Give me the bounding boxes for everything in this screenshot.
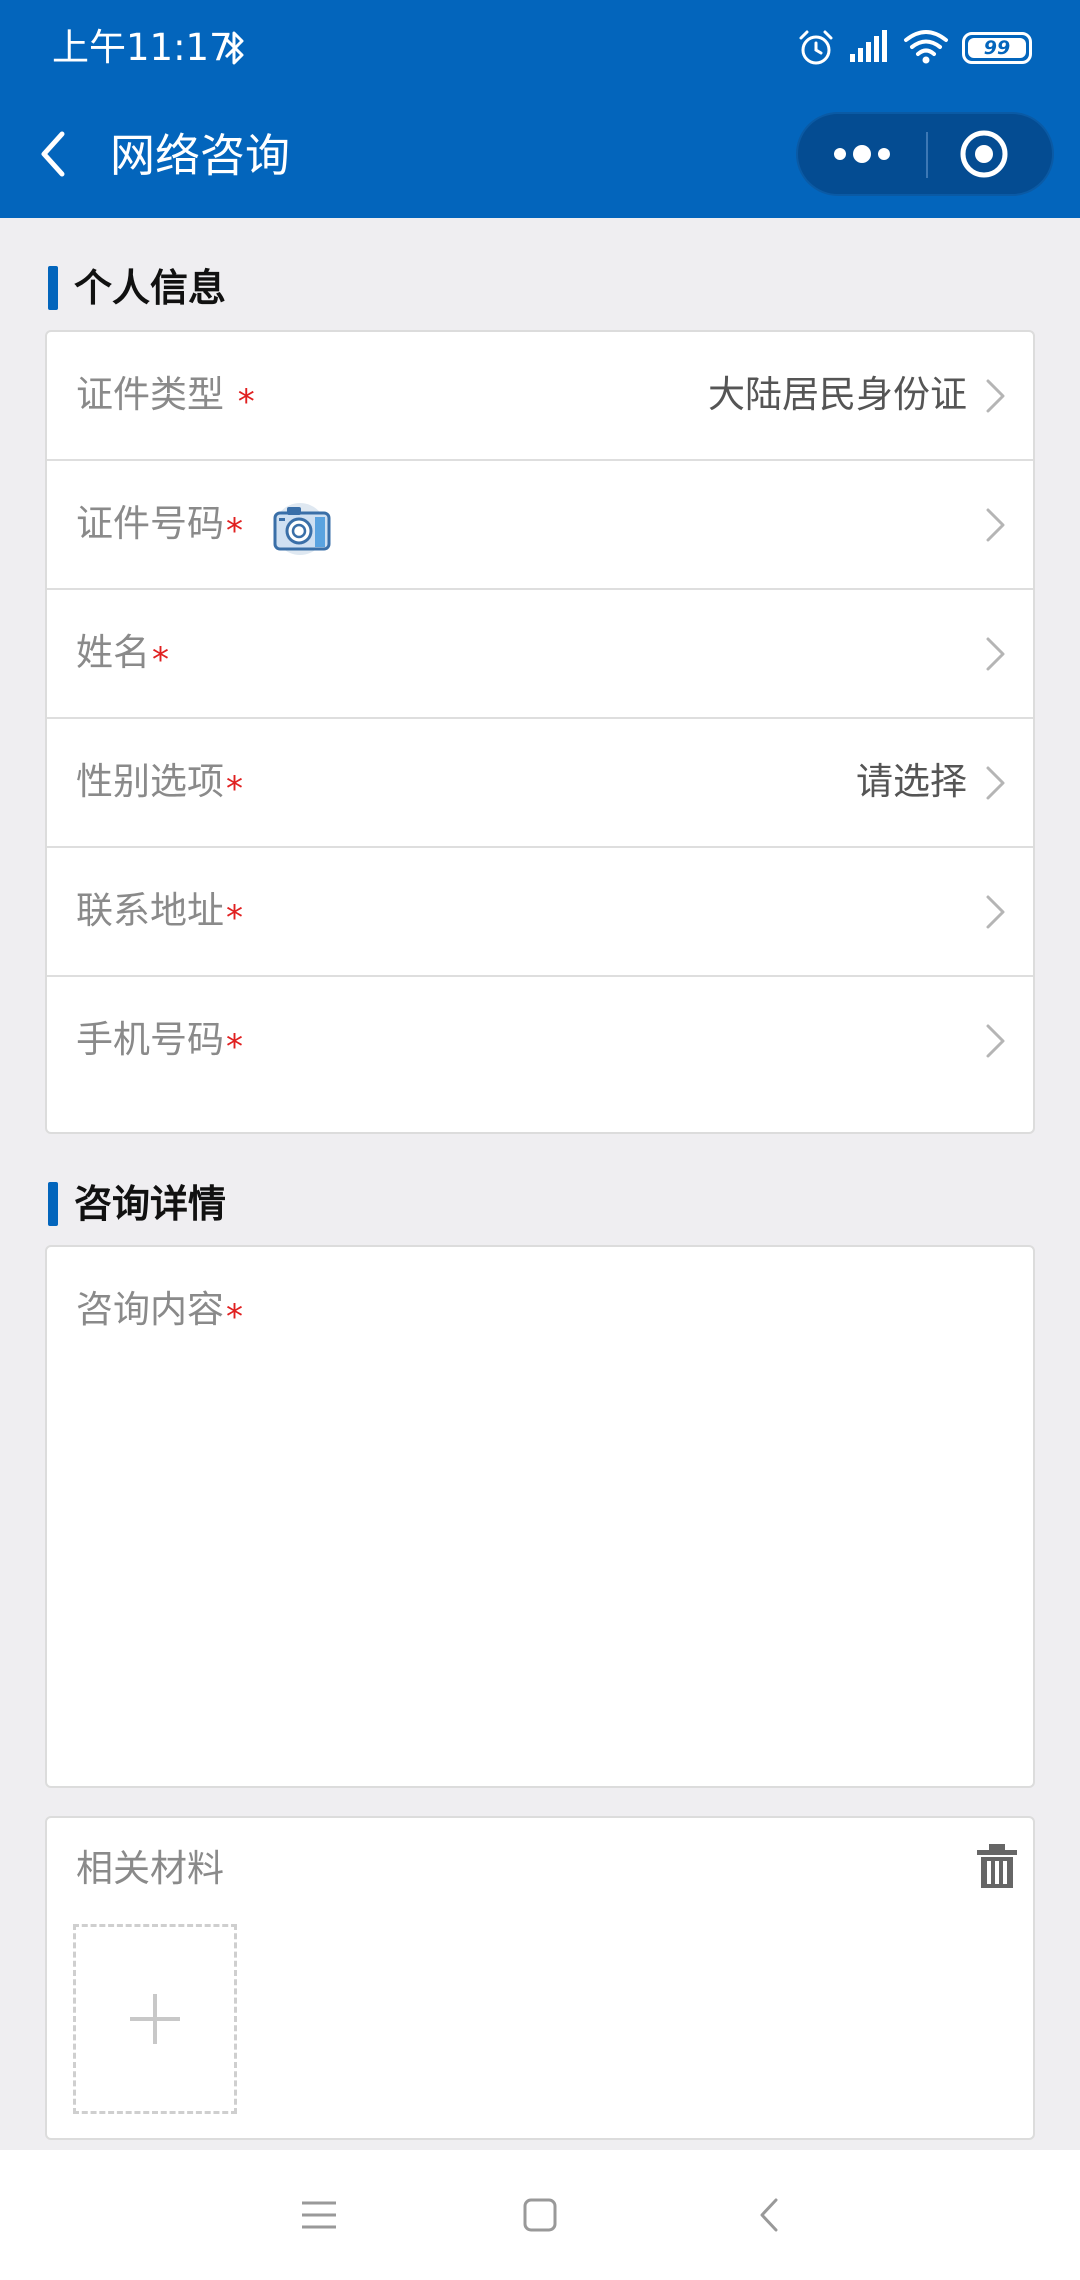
- row-phone[interactable]: 手机号码*: [47, 977, 1033, 1106]
- menu-icon[interactable]: [280, 2150, 360, 2280]
- chevron-right-icon: [986, 1024, 1005, 1058]
- bluetooth-icon: [224, 31, 244, 65]
- row-label: 证件号码*: [76, 502, 243, 551]
- materials-label: 相关材料: [76, 1847, 224, 1890]
- chevron-right-icon: [986, 379, 1005, 413]
- row-label: 证件类型 *: [76, 373, 255, 422]
- consult-content-textarea[interactable]: [76, 1347, 1006, 1767]
- signal-icon: [850, 30, 887, 62]
- row-id-number[interactable]: 证件号码*: [47, 461, 1033, 590]
- row-value: 请选择: [856, 760, 967, 803]
- required-mark: *: [226, 511, 243, 551]
- status-bar: 上午11:17 99: [0, 0, 1080, 96]
- chevron-right-icon: [986, 766, 1005, 800]
- row-label: 姓名*: [76, 631, 169, 680]
- row-label: 手机号码*: [76, 1018, 243, 1067]
- home-square-icon[interactable]: [500, 2150, 580, 2280]
- section-title: 个人信息: [74, 266, 227, 310]
- row-id-type[interactable]: 证件类型 * 大陆居民身份证: [47, 332, 1033, 461]
- camera-icon[interactable]: [269, 497, 335, 557]
- section-accent-bar: [48, 1182, 58, 1226]
- required-mark: *: [226, 1027, 243, 1067]
- section-title: 咨询详情: [74, 1182, 227, 1226]
- battery-icon: 99: [962, 32, 1032, 64]
- materials-card: 相关材料: [45, 1816, 1035, 2140]
- chevron-right-icon: [986, 895, 1005, 929]
- consult-content-card[interactable]: 咨询内容*: [45, 1245, 1035, 1788]
- mini-program-capsule: [796, 112, 1054, 196]
- required-mark: *: [237, 382, 255, 422]
- section-accent-bar: [48, 266, 58, 310]
- row-name[interactable]: 姓名*: [47, 590, 1033, 719]
- row-label: 性别选项*: [76, 760, 243, 809]
- alarm-icon: [799, 30, 833, 65]
- row-gender[interactable]: 性别选项* 请选择: [47, 719, 1033, 848]
- required-mark: *: [226, 898, 243, 938]
- page-title: 网络咨询: [110, 129, 291, 182]
- required-mark: *: [152, 640, 169, 680]
- battery-level: 99: [968, 38, 1026, 58]
- chevron-right-icon: [986, 508, 1005, 542]
- row-label: 联系地址*: [76, 889, 243, 938]
- target-close-icon[interactable]: [928, 114, 1052, 194]
- personal-info-card: 证件类型 * 大陆居民身份证 证件号码* 姓名* 性别选项* 请选择 联系地址*…: [45, 330, 1035, 1134]
- wifi-icon: [904, 30, 948, 64]
- add-material-button[interactable]: [73, 1924, 237, 2114]
- row-value: 大陆居民身份证: [708, 373, 967, 416]
- status-time: 上午11:17: [52, 26, 233, 69]
- plus-icon: [130, 1994, 180, 2044]
- row-address[interactable]: 联系地址*: [47, 848, 1033, 977]
- required-mark: *: [226, 1297, 243, 1337]
- system-navigation-bar: [0, 2150, 1080, 2280]
- more-dots-icon[interactable]: [798, 114, 926, 194]
- back-triangle-icon[interactable]: [730, 2150, 810, 2280]
- app-header: 上午11:17 99 网络咨询: [0, 0, 1080, 218]
- trash-icon[interactable]: [975, 1842, 1019, 1890]
- required-mark: *: [226, 769, 243, 809]
- content-label: 咨询内容*: [76, 1288, 243, 1337]
- back-chevron-icon[interactable]: [30, 122, 80, 186]
- chevron-right-icon: [986, 637, 1005, 671]
